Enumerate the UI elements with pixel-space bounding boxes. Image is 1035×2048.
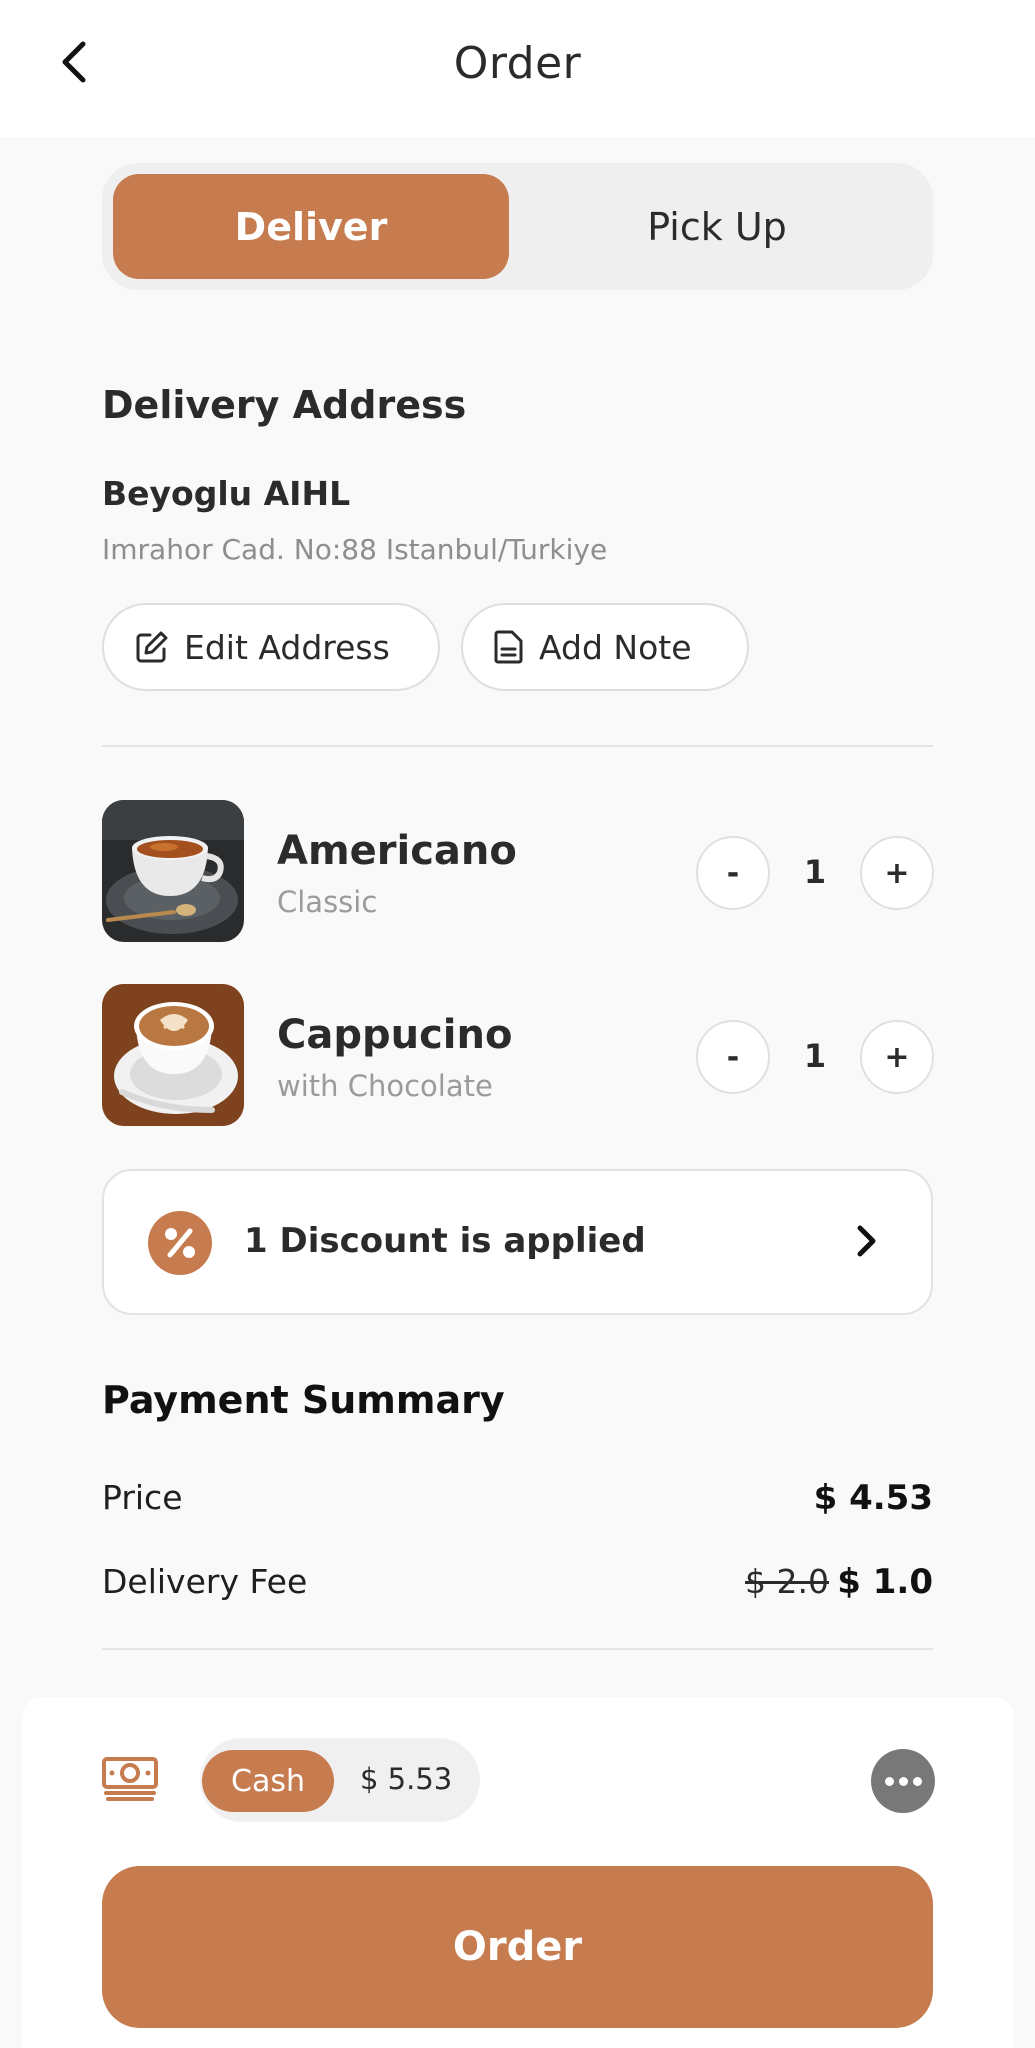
payment-summary-title: Payment Summary <box>102 1378 505 1422</box>
item-name: Cappucino <box>277 1012 513 1058</box>
order-button[interactable]: Order <box>102 1866 933 2028</box>
add-note-button[interactable]: Add Note <box>461 603 749 691</box>
discount-row[interactable]: 1 Discount is applied <box>102 1169 933 1315</box>
dot <box>898 1776 908 1786</box>
add-note-label: Add Note <box>539 627 692 667</box>
price-value: $ 4.53 <box>813 1478 933 1518</box>
delivery-mode-toggle: Deliver Pick Up <box>102 163 933 290</box>
delivery-fee-value: $ 1.0 <box>837 1562 933 1602</box>
percent-icon <box>148 1211 212 1275</box>
price-label: Price <box>102 1478 183 1517</box>
item-variant: with Chocolate <box>277 1069 493 1103</box>
divider <box>102 745 933 747</box>
delivery-fee-label: Delivery Fee <box>102 1562 308 1601</box>
edit-address-button[interactable]: Edit Address <box>102 603 440 691</box>
payment-method-selector[interactable]: Cash $ 5.53 <box>200 1738 480 1822</box>
item-quantity: 1 <box>803 853 827 891</box>
chevron-right-icon <box>857 1225 876 1257</box>
delivery-address-title: Delivery Address <box>102 383 467 427</box>
tab-pick-up[interactable]: Pick Up <box>512 174 922 279</box>
more-options-button[interactable] <box>871 1749 935 1813</box>
edit-address-label: Edit Address <box>184 627 390 667</box>
edit-icon <box>136 631 168 663</box>
money-icon <box>102 1757 158 1801</box>
americano-image <box>102 800 244 942</box>
dot <box>884 1776 894 1786</box>
note-icon <box>494 630 523 664</box>
item-variant: Classic <box>277 885 378 919</box>
item-quantity: 1 <box>803 1037 827 1075</box>
payment-method-cash[interactable]: Cash <box>202 1750 334 1812</box>
total-amount: $ 5.53 <box>360 1762 453 1796</box>
header: Order <box>0 0 1035 137</box>
increase-quantity-button[interactable]: + <box>860 1020 934 1094</box>
decrease-quantity-button[interactable]: - <box>696 836 770 910</box>
order-screen: Order Deliver Pick Up Delivery Address B… <box>0 0 1035 2048</box>
dot <box>912 1776 922 1786</box>
divider <box>102 1648 933 1650</box>
cappucino-image <box>102 984 244 1126</box>
address-name: Beyoglu AIHL <box>102 474 351 513</box>
address-line: Imrahor Cad. No:88 Istanbul/Turkiye <box>102 533 608 566</box>
delivery-fee-original: $ 2.0 <box>745 1562 829 1601</box>
decrease-quantity-button[interactable]: - <box>696 1020 770 1094</box>
tab-deliver[interactable]: Deliver <box>113 174 509 279</box>
discount-label: 1 Discount is applied <box>244 1221 646 1261</box>
item-name: Americano <box>277 828 517 874</box>
page-title: Order <box>453 38 582 89</box>
increase-quantity-button[interactable]: + <box>860 836 934 910</box>
